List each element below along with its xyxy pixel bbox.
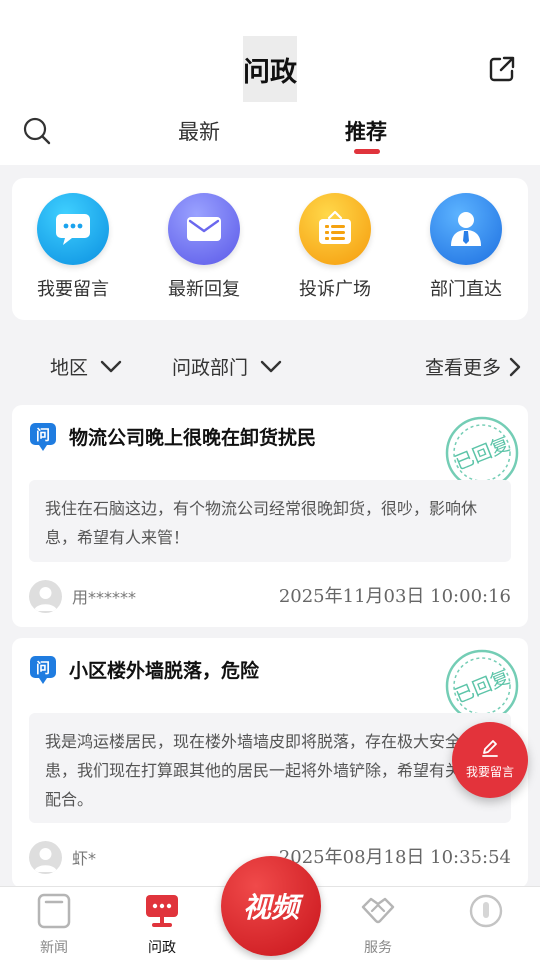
filter-bar: 地区 问政部门 查看更多 — [0, 345, 540, 389]
post-card[interactable]: 问 物流公司晚上很晚在卸货扰民 已回复 我住在石脑这边，有个物流公司经常很晚卸货… — [12, 405, 528, 627]
nav-label: 视频 — [242, 891, 299, 924]
leave-message-fab[interactable]: 我要留言 — [452, 722, 528, 798]
stamp-text: 已回复 — [452, 666, 513, 708]
notice-board-icon — [299, 193, 371, 265]
nav-news[interactable]: 新闻 — [19, 893, 89, 957]
post-time: 2025年08月18日 10:35:54 — [278, 847, 511, 868]
chevron-down-icon — [100, 360, 122, 372]
stamp-text: 已回复 — [452, 433, 513, 475]
nav-service[interactable]: 服务 — [343, 893, 413, 957]
nav-label: 新闻 — [40, 940, 68, 956]
chevron-right-icon — [509, 357, 521, 376]
nav-wenzheng[interactable]: 问政 — [127, 893, 197, 957]
svg-text:问: 问 — [36, 660, 50, 677]
quick-action-leave-message[interactable]: 我要留言 — [18, 193, 128, 301]
nav-label: 服务 — [364, 940, 392, 956]
tab-recommend[interactable]: 推荐 — [345, 116, 387, 146]
avatar — [29, 580, 62, 613]
question-badge-icon: 问 — [30, 656, 56, 684]
post-title: 物流公司晚上很晚在卸货扰民 — [69, 427, 317, 449]
nav-label: 问政 — [148, 940, 176, 956]
region-filter-label: 地区 — [50, 357, 89, 379]
quick-action-latest-reply[interactable]: 最新回复 — [149, 193, 259, 301]
view-more-link[interactable]: 查看更多 — [425, 353, 521, 380]
nav-video-button[interactable]: 视频 — [221, 856, 321, 956]
post-title: 小区楼外墙脱落，危险 — [69, 660, 260, 682]
pencil-icon — [482, 740, 498, 757]
post-card[interactable]: 问 小区楼外墙脱落，危险 已回复 我是鸿运楼居民，现在楼外墙墙皮即将脱落，存在极… — [12, 638, 528, 888]
wenzheng-icon — [146, 895, 178, 927]
share-icon[interactable] — [488, 55, 516, 83]
chat-bubble-icon — [37, 193, 109, 265]
department-filter-label: 问政部门 — [172, 357, 249, 379]
quick-action-label: 投诉广场 — [299, 279, 371, 300]
quick-action-label: 我要留言 — [37, 279, 109, 300]
page-title: 问政 — [243, 36, 297, 102]
quick-actions-card: 我要留言 最新回复 投诉广场 部门直达 — [12, 178, 528, 320]
quick-action-department-direct[interactable]: 部门直达 — [411, 193, 521, 301]
tab-latest[interactable]: 最新 — [178, 116, 220, 146]
quick-action-label: 部门直达 — [430, 279, 502, 300]
post-body: 我是鸿运楼居民，现在楼外墙墙皮即将脱落，存在极大安全隐患，我们现在打算跟其他的居… — [29, 713, 511, 823]
quick-action-complaint-square[interactable]: 投诉广场 — [280, 193, 390, 301]
top-bar: 问政 最新 推荐 — [0, 0, 540, 165]
question-badge-icon: 问 — [30, 423, 56, 451]
region-filter[interactable]: 地区 — [50, 353, 122, 380]
handshake-icon — [361, 897, 395, 924]
view-more-label: 查看更多 — [425, 357, 502, 379]
envelope-icon — [168, 193, 240, 265]
chevron-down-icon — [260, 360, 282, 372]
fab-label: 我要留言 — [465, 765, 514, 779]
avatar — [29, 841, 62, 874]
svg-text:问: 问 — [36, 427, 50, 444]
nav-profile[interactable] — [451, 893, 521, 937]
post-time: 2025年11月03日 10:00:16 — [278, 586, 511, 607]
news-icon — [37, 893, 71, 929]
search-icon[interactable] — [22, 116, 52, 146]
username: 虾* — [72, 849, 97, 868]
quick-action-label: 最新回复 — [168, 279, 240, 300]
profile-icon — [469, 894, 503, 928]
department-filter[interactable]: 问政部门 — [172, 353, 282, 380]
post-body: 我住在石脑这边，有个物流公司经常很晚卸货，很吵，影响休息，希望有人来管！ — [29, 480, 511, 562]
person-icon — [430, 193, 502, 265]
username: 用****** — [72, 588, 137, 607]
active-tab-indicator — [354, 149, 380, 154]
